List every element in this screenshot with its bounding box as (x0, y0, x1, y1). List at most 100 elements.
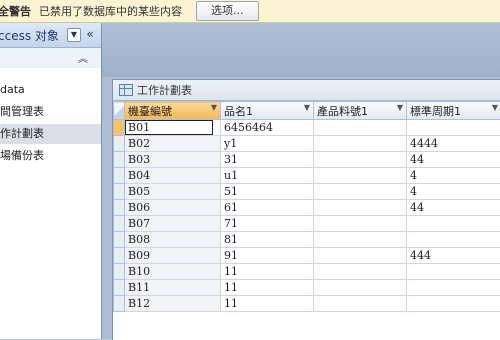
table-cell[interactable]: 71 (221, 216, 314, 232)
table-cell[interactable]: 44 (407, 152, 500, 168)
row-selector[interactable] (114, 248, 125, 264)
table-row: B1011 (114, 264, 500, 280)
table-cell[interactable]: 444 (407, 248, 500, 264)
table-cell[interactable]: 4444 (407, 136, 500, 152)
chevron-up-icon[interactable]: ︽ (78, 50, 88, 65)
tab-work-plan[interactable]: 工作計劃表 (113, 80, 500, 101)
nav-group-header[interactable]: ︽ (0, 48, 101, 68)
table-cell[interactable]: 61 (221, 200, 314, 216)
table-cell[interactable] (314, 248, 407, 264)
column-header-label: 品名1 (224, 105, 253, 118)
column-header[interactable]: 標準周期1▼ (407, 102, 500, 120)
collapse-pane-icon[interactable]: « (83, 27, 97, 41)
table-cell[interactable] (314, 264, 407, 280)
workspace: 工作計劃表 機臺編號▼ 品名1 ▼ 產品料號1▼ 標準周期1▼ B01645646… (102, 23, 500, 339)
table-cell[interactable]: 11 (221, 264, 314, 280)
tab-label: 工作計劃表 (137, 82, 192, 98)
table-cell[interactable]: 4 (407, 168, 500, 184)
column-header[interactable]: 品名1 ▼ (221, 102, 314, 120)
nav-menu-chevron-down-icon[interactable]: ▼ (67, 28, 81, 42)
cell-value: B05 (128, 185, 150, 198)
table-cell[interactable]: B02 (125, 136, 221, 152)
table-cell[interactable]: B01 (125, 120, 221, 136)
cell-value: 71 (224, 217, 238, 230)
table-cell[interactable]: 51 (221, 184, 314, 200)
table-cell[interactable]: 44 (407, 200, 500, 216)
row-selector[interactable] (114, 232, 125, 248)
table-cell[interactable]: 4 (407, 184, 500, 200)
table-cell[interactable] (407, 120, 500, 136)
table-cell[interactable]: B04 (125, 168, 221, 184)
table-cell[interactable]: B06 (125, 200, 221, 216)
cell-value: 61 (224, 201, 238, 214)
table-cell[interactable] (314, 120, 407, 136)
cell-value: 44 (410, 153, 424, 166)
table-row: B0661 44 (114, 200, 500, 216)
table-cell[interactable]: B09 (125, 248, 221, 264)
column-header[interactable]: 機臺編號▼ (125, 102, 221, 120)
chevron-down-icon[interactable]: ▼ (492, 103, 498, 112)
datasheet-window: 工作計劃表 機臺編號▼ 品名1 ▼ 產品料號1▼ 標準周期1▼ B01645646… (112, 79, 500, 340)
table-cell[interactable] (314, 200, 407, 216)
table-cell[interactable]: 31 (221, 152, 314, 168)
table-row: B02y1 4444 (114, 136, 500, 152)
nav-header[interactable]: ccess 对象 ▼ « (0, 23, 101, 48)
row-selector[interactable] (114, 184, 125, 200)
workspace-top-area (102, 23, 500, 77)
table-cell[interactable] (407, 264, 500, 280)
chevron-down-icon[interactable]: ▼ (304, 103, 310, 112)
select-all-cell[interactable] (114, 102, 125, 120)
row-selector[interactable] (114, 136, 125, 152)
table-cell[interactable] (314, 168, 407, 184)
table-cell[interactable] (407, 216, 500, 232)
column-header[interactable]: 產品料號1▼ (314, 102, 407, 120)
table-cell[interactable]: B07 (125, 216, 221, 232)
cell-value: B12 (128, 297, 150, 310)
row-selector[interactable] (114, 296, 125, 312)
table-cell[interactable]: B08 (125, 232, 221, 248)
row-selector[interactable] (114, 168, 125, 184)
table-cell[interactable]: 11 (221, 280, 314, 296)
row-selector[interactable] (114, 216, 125, 232)
table-cell[interactable] (407, 232, 500, 248)
table-cell[interactable]: B03 (125, 152, 221, 168)
row-selector[interactable] (114, 120, 125, 136)
table-cell[interactable]: B12 (125, 296, 221, 312)
table-icon (119, 84, 133, 96)
nav-item[interactable]: 場備份表 (0, 146, 101, 166)
table-cell[interactable] (314, 216, 407, 232)
nav-item[interactable]: 間管理表 (0, 102, 101, 122)
table-cell[interactable] (314, 184, 407, 200)
cell-value: B07 (128, 217, 150, 230)
table-cell[interactable]: B10 (125, 264, 221, 280)
table-cell[interactable]: 81 (221, 232, 314, 248)
table-cell[interactable]: u1 (221, 168, 314, 184)
table-cell[interactable] (407, 296, 500, 312)
table-cell[interactable] (314, 296, 407, 312)
table-cell[interactable]: B11 (125, 280, 221, 296)
table-cell[interactable]: 6456464 (221, 120, 314, 136)
table-cell[interactable]: 11 (221, 296, 314, 312)
table-row: B0331 44 (114, 152, 500, 168)
cell-value: 81 (224, 233, 238, 246)
row-selector[interactable] (114, 280, 125, 296)
table-cell[interactable] (314, 232, 407, 248)
nav-item[interactable]: data (0, 80, 101, 100)
table-cell[interactable]: 91 (221, 248, 314, 264)
row-selector[interactable] (114, 152, 125, 168)
table-cell[interactable] (314, 280, 407, 296)
chevron-down-icon[interactable]: ▼ (211, 103, 217, 112)
nav-title: ccess 对象 (0, 27, 59, 44)
chevron-down-icon[interactable]: ▼ (397, 103, 403, 112)
table-cell[interactable]: y1 (221, 136, 314, 152)
cell-value: u1 (224, 169, 238, 182)
table-cell[interactable] (407, 280, 500, 296)
options-button[interactable]: 选项... (196, 1, 259, 21)
table-cell[interactable]: B05 (125, 184, 221, 200)
table-cell[interactable] (314, 136, 407, 152)
row-selector[interactable] (114, 264, 125, 280)
nav-item[interactable]: 作計劃表 (0, 124, 101, 144)
table-cell[interactable] (314, 152, 407, 168)
cell-value: 4 (410, 185, 417, 198)
row-selector[interactable] (114, 200, 125, 216)
